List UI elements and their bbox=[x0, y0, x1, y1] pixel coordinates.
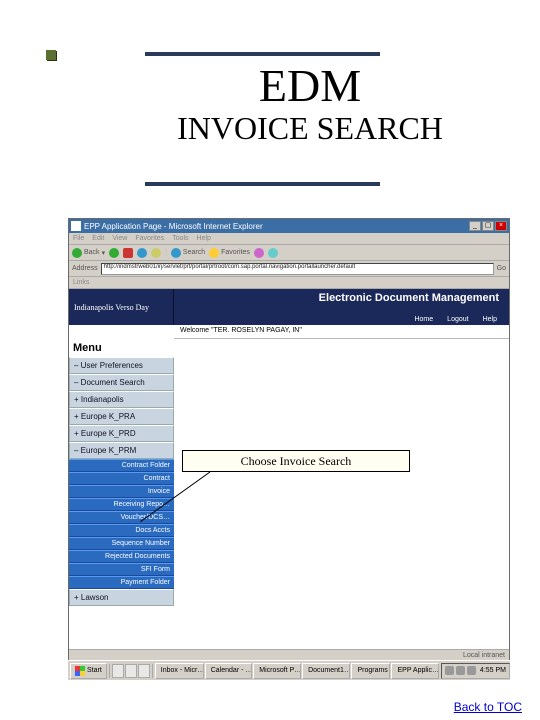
quick-launch bbox=[109, 664, 153, 678]
task-button[interactable]: Inbox - Micr… bbox=[155, 663, 204, 679]
mid-rule bbox=[145, 182, 380, 186]
close-button[interactable]: × bbox=[495, 221, 507, 231]
refresh-button[interactable] bbox=[137, 248, 147, 258]
task-buttons: Inbox - Micr… Calendar - … Microsoft P… … bbox=[153, 663, 441, 679]
menu-europe-prm[interactable]: – Europe K_PRM bbox=[69, 442, 174, 459]
links-label: Links bbox=[73, 279, 89, 286]
back-to-toc-link[interactable]: Back to TOC bbox=[454, 700, 522, 714]
sub-sfi[interactable]: SFI Form bbox=[69, 563, 174, 576]
status-zone: Local intranet bbox=[463, 652, 505, 659]
address-input[interactable]: http://indmstrweb01/irj/servlet/prt/port… bbox=[101, 263, 494, 275]
task-button[interactable]: Calendar - … bbox=[205, 663, 253, 679]
menu-heading: Menu bbox=[69, 339, 174, 357]
menu-file[interactable]: File bbox=[73, 235, 84, 242]
window-title: EPP Application Page - Microsoft Interne… bbox=[84, 222, 263, 231]
sub-rejected[interactable]: Rejected Documents bbox=[69, 550, 174, 563]
ie-icon bbox=[71, 221, 81, 231]
minimize-button[interactable]: _ bbox=[469, 221, 481, 231]
history-button[interactable] bbox=[268, 248, 278, 258]
go-button[interactable]: Go bbox=[497, 265, 506, 272]
slide-title: EDM INVOICE SEARCH bbox=[110, 62, 510, 146]
menu-document-search[interactable]: – Document Search bbox=[69, 374, 174, 391]
task-button[interactable]: Microsoft P… bbox=[253, 663, 301, 679]
windows-logo-icon bbox=[75, 666, 85, 676]
sub-contract[interactable]: Contract bbox=[69, 472, 174, 485]
tray-icon[interactable] bbox=[445, 666, 454, 675]
title-line-1: EDM bbox=[110, 62, 510, 110]
taskbar-region: Start Inbox - Micr… Calendar - … Microso… bbox=[68, 660, 510, 680]
task-button[interactable]: EPP Applic… bbox=[391, 663, 438, 679]
address-bar: Address http://indmstrweb01/irj/servlet/… bbox=[69, 261, 509, 277]
menu-favorites[interactable]: Favorites bbox=[135, 235, 164, 242]
window-titlebar: EPP Application Page - Microsoft Interne… bbox=[69, 219, 509, 233]
menu-lawson[interactable]: + Lawson bbox=[69, 589, 174, 606]
menu-europe-prd[interactable]: + Europe K_PRD bbox=[69, 425, 174, 442]
media-button[interactable] bbox=[254, 248, 264, 258]
home-button[interactable] bbox=[151, 248, 161, 258]
edm-header: Indianapolis Verso Day Electronic Docume… bbox=[69, 289, 509, 325]
nav-logout[interactable]: Logout bbox=[447, 316, 468, 323]
back-button[interactable]: Back ▾ bbox=[72, 248, 105, 258]
menu-europe-pra[interactable]: + Europe K_PRA bbox=[69, 408, 174, 425]
callout-box: Choose Invoice Search bbox=[182, 450, 410, 472]
start-label: Start bbox=[87, 667, 102, 674]
address-label: Address bbox=[72, 265, 98, 272]
sub-sequence[interactable]: Sequence Number bbox=[69, 537, 174, 550]
start-button[interactable]: Start bbox=[70, 663, 107, 679]
search-button[interactable]: Search bbox=[171, 248, 205, 258]
forward-button[interactable] bbox=[109, 248, 119, 258]
menu-view[interactable]: View bbox=[112, 235, 127, 242]
browser-window: EPP Application Page - Microsoft Interne… bbox=[68, 218, 510, 662]
menu-sidebar: Menu – User Preferences – Document Searc… bbox=[69, 339, 174, 606]
system-tray: 4:55 PM bbox=[441, 663, 510, 679]
sub-voucher[interactable]: Voucher/DCS… bbox=[69, 511, 174, 524]
ql-icon[interactable] bbox=[112, 664, 124, 678]
favorites-button[interactable]: Favorites bbox=[209, 248, 250, 258]
clock: 4:55 PM bbox=[478, 667, 506, 674]
ql-icon[interactable] bbox=[125, 664, 137, 678]
sub-docs-accts[interactable]: Docs Accts bbox=[69, 524, 174, 537]
taskbar: Start Inbox - Micr… Calendar - … Microso… bbox=[68, 660, 510, 680]
maximize-button[interactable]: ▢ bbox=[482, 221, 494, 231]
links-bar: Links bbox=[69, 277, 509, 289]
callout-text: Choose Invoice Search bbox=[241, 454, 352, 469]
menu-user-preferences[interactable]: – User Preferences bbox=[69, 357, 174, 374]
task-button[interactable]: Document1… bbox=[302, 663, 350, 679]
ql-icon[interactable] bbox=[138, 664, 150, 678]
toolbar: Back ▾ | Search Favorites bbox=[69, 245, 509, 261]
tray-icon[interactable] bbox=[456, 666, 465, 675]
title-line-2: INVOICE SEARCH bbox=[110, 112, 510, 146]
org-name: Indianapolis Verso Day bbox=[69, 289, 174, 325]
menu-bar: File Edit View Favorites Tools Help bbox=[69, 233, 509, 245]
sub-invoice[interactable]: Invoice bbox=[69, 485, 174, 498]
tray-icon[interactable] bbox=[467, 666, 476, 675]
nav-home[interactable]: Home bbox=[414, 316, 433, 323]
sub-receiving[interactable]: Receiving Repo… bbox=[69, 498, 174, 511]
menu-tools[interactable]: Tools bbox=[172, 235, 188, 242]
menu-edit[interactable]: Edit bbox=[92, 235, 104, 242]
app-title: Electronic Document Management bbox=[174, 289, 509, 313]
menu-indianapolis[interactable]: + Indianapolis bbox=[69, 391, 174, 408]
stop-button[interactable] bbox=[123, 248, 133, 258]
bullet-icon bbox=[46, 50, 56, 60]
top-rule bbox=[145, 52, 380, 56]
sub-contract-folder[interactable]: Contract Folder bbox=[69, 459, 174, 472]
welcome-text: Welcome "TER. ROSELYN PAGAY, IN" bbox=[174, 325, 509, 339]
menu-help[interactable]: Help bbox=[197, 235, 211, 242]
sub-payment[interactable]: Payment Folder bbox=[69, 576, 174, 589]
task-button[interactable]: Programs bbox=[351, 663, 390, 679]
nav-help[interactable]: Help bbox=[483, 316, 497, 323]
